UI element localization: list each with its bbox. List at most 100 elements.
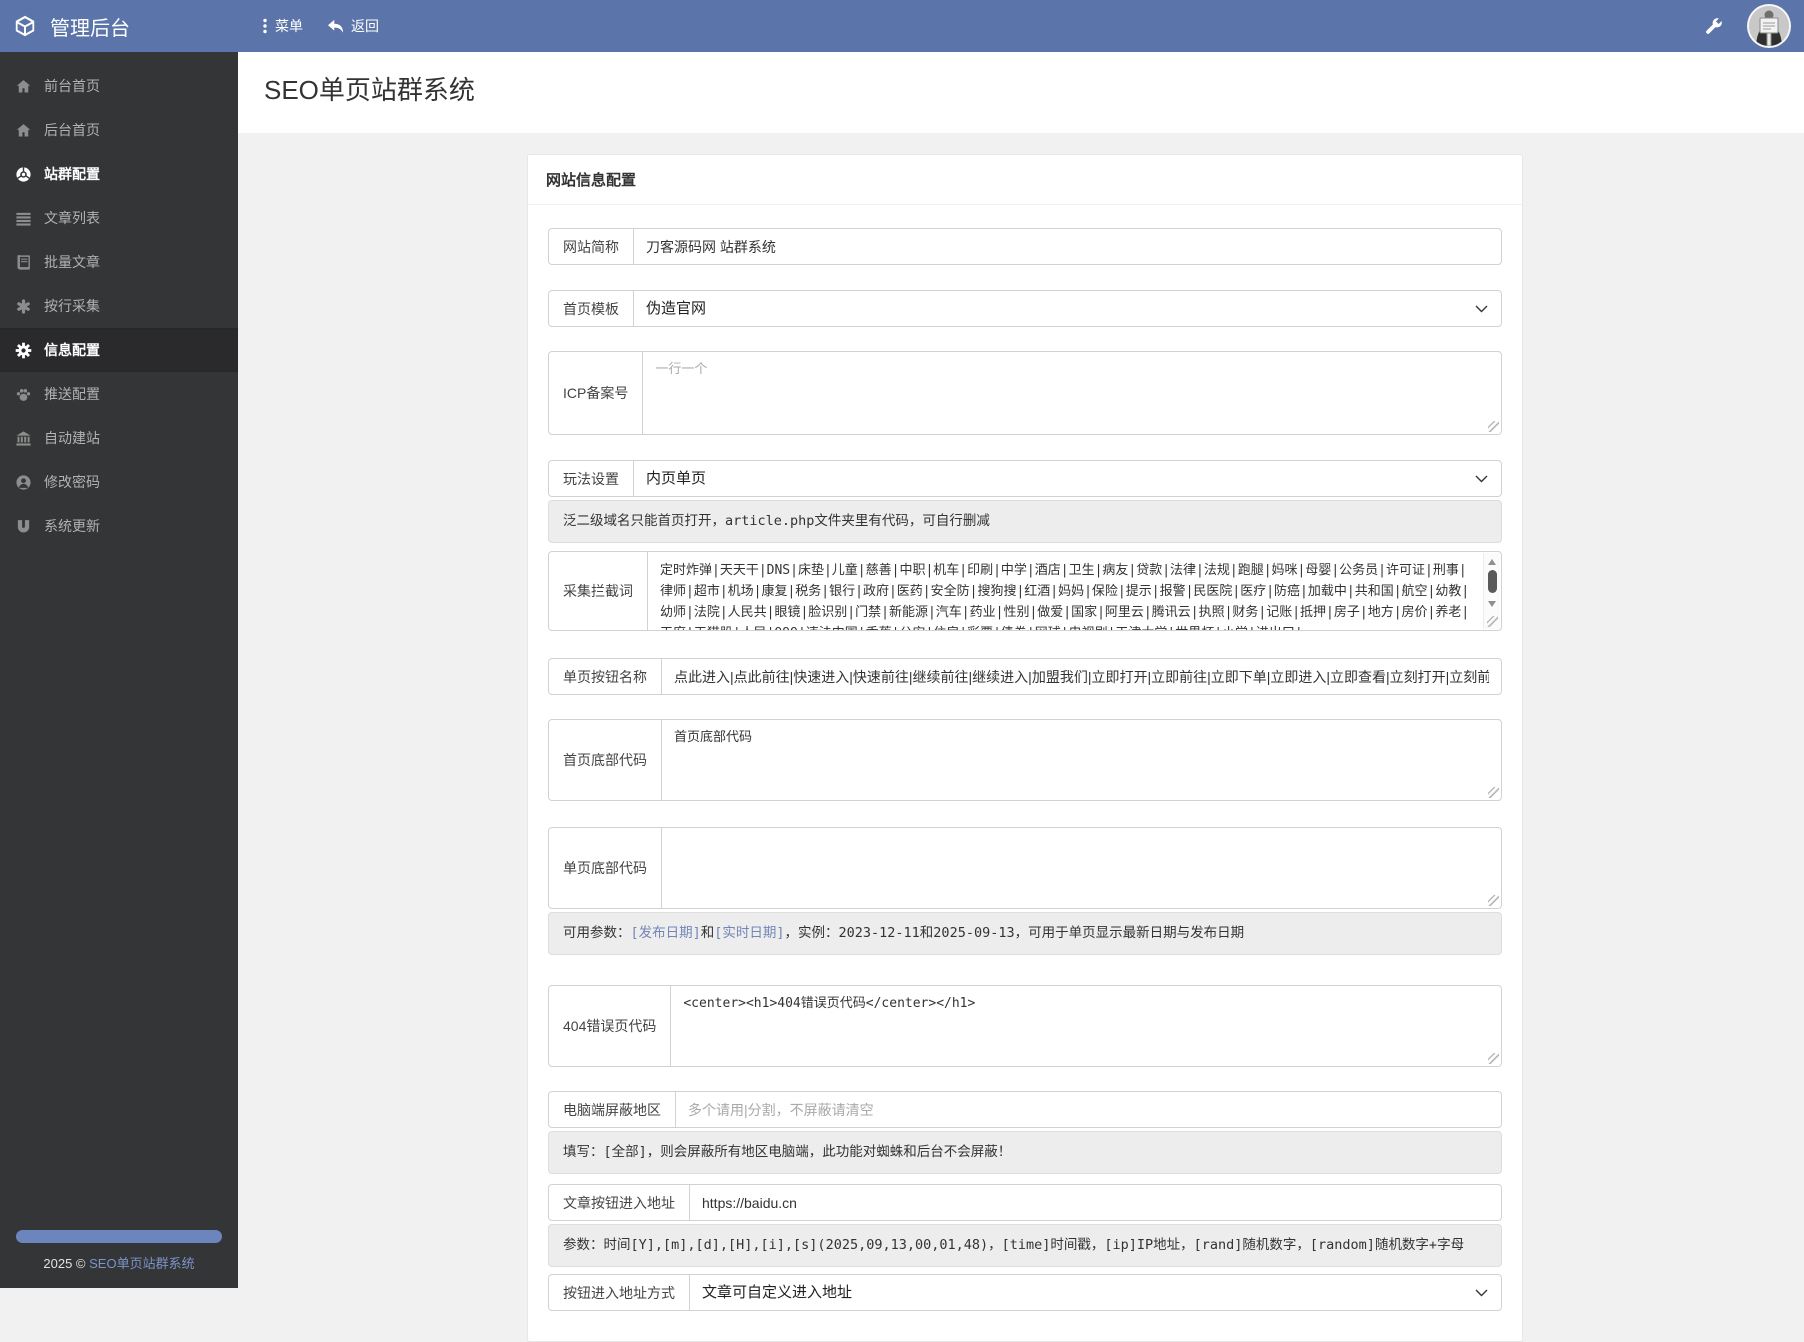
sidebar-item-label: 系统更新 (44, 518, 100, 534)
magnet-icon (15, 518, 32, 535)
sidebar-footer: 2025 © SEO单页站群系统 (0, 1230, 238, 1272)
chrome-globe-icon (15, 166, 32, 183)
scroll-up-arrow[interactable] (1488, 559, 1496, 565)
sidebar-progress-pill (16, 1230, 222, 1243)
sidebar-item-site-group-config[interactable]: 站群配置 (0, 152, 238, 196)
icp-label: ICP备案号 (549, 352, 644, 434)
icp-textarea[interactable] (643, 352, 1501, 434)
paw-icon (15, 386, 32, 403)
publish-date-param-link[interactable]: [发布日期] (631, 925, 701, 941)
sidebar-item-info-config[interactable]: 信息配置 (0, 328, 238, 372)
error-404-label: 404错误页代码 (549, 986, 672, 1066)
button-names-label: 单页按钮名称 (549, 659, 662, 694)
sidebar-item-line-collect[interactable]: 按行采集 (0, 284, 238, 328)
play-mode-label: 玩法设置 (549, 461, 634, 496)
pc-block-area-label: 电脑端屏蔽地区 (549, 1092, 676, 1127)
sidebar-item-label: 前台首页 (44, 78, 100, 94)
copyright-link[interactable]: SEO单页站群系统 (89, 1256, 194, 1271)
resize-handle[interactable] (1488, 421, 1499, 432)
sidebar-item-back-home[interactable]: 后台首页 (0, 108, 238, 152)
wrench-icon[interactable] (1704, 17, 1723, 36)
sidebar-item-label: 站群配置 (44, 166, 100, 182)
sidebar-item-label: 后台首页 (44, 122, 100, 138)
cube-logo-icon (13, 14, 37, 38)
pc-block-area-input[interactable] (676, 1101, 1501, 1118)
brand-title: 管理后台 (50, 17, 130, 40)
sidebar: 前台首页 后台首页 站群配置 文章列表 批量文章 按行采集 信息配置 推送配置 (0, 52, 238, 1288)
home-icon (15, 122, 32, 139)
back-button-label: 返回 (351, 18, 379, 34)
play-mode-select[interactable]: 内页单页 (634, 470, 1501, 487)
gear-icon (15, 342, 32, 359)
tip-text: ，实例：2023-12-11和2025-09-13，可用于单页显示最新日期与发布… (784, 925, 1245, 941)
pc-block-area-row: 电脑端屏蔽地区 (548, 1091, 1502, 1128)
sidebar-item-push-config[interactable]: 推送配置 (0, 372, 238, 416)
page-footer-code-textarea[interactable] (662, 828, 1501, 908)
site-name-input[interactable] (634, 238, 1501, 255)
resize-handle[interactable] (1488, 787, 1499, 798)
resize-handle[interactable] (1488, 895, 1499, 906)
sidebar-item-article-list[interactable]: 文章列表 (0, 196, 238, 240)
error-404-textarea[interactable]: <center><h1>404错误页代码</center></h1> (671, 986, 1501, 1066)
pc-block-tip: 填写：[全部]，则会屏蔽所有地区电脑端，此功能对蜘蛛和后台不会屏蔽！ (548, 1131, 1502, 1174)
card-body: 网站简称 首页模板 伪造官网 ICP备案号 (528, 205, 1522, 1341)
home-icon (15, 78, 32, 95)
home-footer-code-textarea[interactable]: 首页底部代码 (662, 720, 1501, 800)
error-404-row: 404错误页代码 <center><h1>404错误页代码</center></… (548, 985, 1502, 1067)
button-url-mode-row: 按钮进入地址方式 文章可自定义进入地址 (548, 1274, 1502, 1311)
menu-dots-icon (262, 18, 268, 34)
user-avatar[interactable] (1747, 4, 1791, 48)
user-circle-icon (15, 474, 32, 491)
copyright-year: 2025 © (43, 1256, 90, 1271)
url-params-tip: 参数：时间[Y],[m],[d],[H],[i],[s](2025,09,13,… (548, 1224, 1502, 1267)
back-button[interactable]: 返回 (327, 16, 379, 36)
sidebar-item-label: 自动建站 (44, 430, 100, 446)
page-footer-code-label: 单页底部代码 (549, 828, 662, 908)
back-arrow-icon (327, 19, 344, 34)
sidebar-item-label: 按行采集 (44, 298, 100, 314)
button-url-mode-label: 按钮进入地址方式 (549, 1275, 690, 1310)
home-template-select[interactable]: 伪造官网 (634, 300, 1501, 317)
main-area: SEO单页站群系统 网站信息配置 网站简称 首页模板 伪造官网 (238, 0, 1804, 1342)
scroll-down-arrow[interactable] (1488, 601, 1496, 607)
content: 网站信息配置 网站简称 首页模板 伪造官网 ICP备案号 (238, 133, 1804, 1342)
block-words-label: 采集拦截词 (549, 552, 648, 630)
copyright: 2025 © SEO单页站群系统 (0, 1253, 238, 1272)
scrollbar-thumb[interactable] (1488, 570, 1497, 593)
sidebar-item-label: 信息配置 (44, 342, 100, 358)
resize-handle[interactable] (1488, 1053, 1499, 1064)
card-title: 网站信息配置 (528, 155, 1522, 205)
button-url-mode-select[interactable]: 文章可自定义进入地址 (690, 1284, 1501, 1301)
list-icon (15, 210, 32, 227)
page-title: SEO单页站群系统 (264, 75, 475, 105)
sidebar-item-auto-build[interactable]: 自动建站 (0, 416, 238, 460)
textarea-scrollbar (1483, 553, 1500, 629)
sidebar-item-label: 文章列表 (44, 210, 100, 226)
icp-row: ICP备案号 (548, 351, 1502, 435)
button-names-input[interactable] (662, 668, 1501, 685)
block-words-textarea[interactable]: 定时炸弹|天天干|DNS|床垫|儿童|慈善|中职|机车|印刷|中学|酒店|卫生|… (648, 552, 1501, 630)
date-params-tip: 可用参数：[发布日期]和[实时日期]，实例：2023-12-11和2025-09… (548, 912, 1502, 955)
article-button-url-label: 文章按钮进入地址 (549, 1185, 690, 1220)
sidebar-item-system-update[interactable]: 系统更新 (0, 504, 238, 548)
sidebar-item-change-password[interactable]: 修改密码 (0, 460, 238, 504)
menu-button-label: 菜单 (275, 18, 303, 34)
button-names-row: 单页按钮名称 (548, 658, 1502, 695)
sidebar-nav: 前台首页 后台首页 站群配置 文章列表 批量文章 按行采集 信息配置 推送配置 (0, 52, 238, 548)
content-header: SEO单页站群系统 (238, 52, 1804, 133)
tip-text: 可用参数： (563, 925, 631, 941)
sidebar-item-label: 推送配置 (44, 386, 100, 402)
brand[interactable]: 管理后台 (0, 12, 238, 41)
sidebar-item-front-home[interactable]: 前台首页 (0, 64, 238, 108)
home-template-row: 首页模板 伪造官网 (548, 290, 1502, 327)
sidebar-item-label: 修改密码 (44, 474, 100, 490)
sidebar-item-batch-articles[interactable]: 批量文章 (0, 240, 238, 284)
site-name-label: 网站简称 (549, 229, 634, 264)
page-footer-code-row: 单页底部代码 (548, 827, 1502, 909)
menu-button[interactable]: 菜单 (262, 16, 303, 36)
block-words-row: 采集拦截词 定时炸弹|天天干|DNS|床垫|儿童|慈善|中职|机车|印刷|中学|… (548, 551, 1502, 631)
resize-handle[interactable] (1487, 616, 1498, 627)
realtime-date-param-link[interactable]: [实时日期] (714, 925, 784, 941)
article-button-url-input[interactable] (690, 1194, 1501, 1211)
tip-text: 和 (700, 925, 715, 941)
